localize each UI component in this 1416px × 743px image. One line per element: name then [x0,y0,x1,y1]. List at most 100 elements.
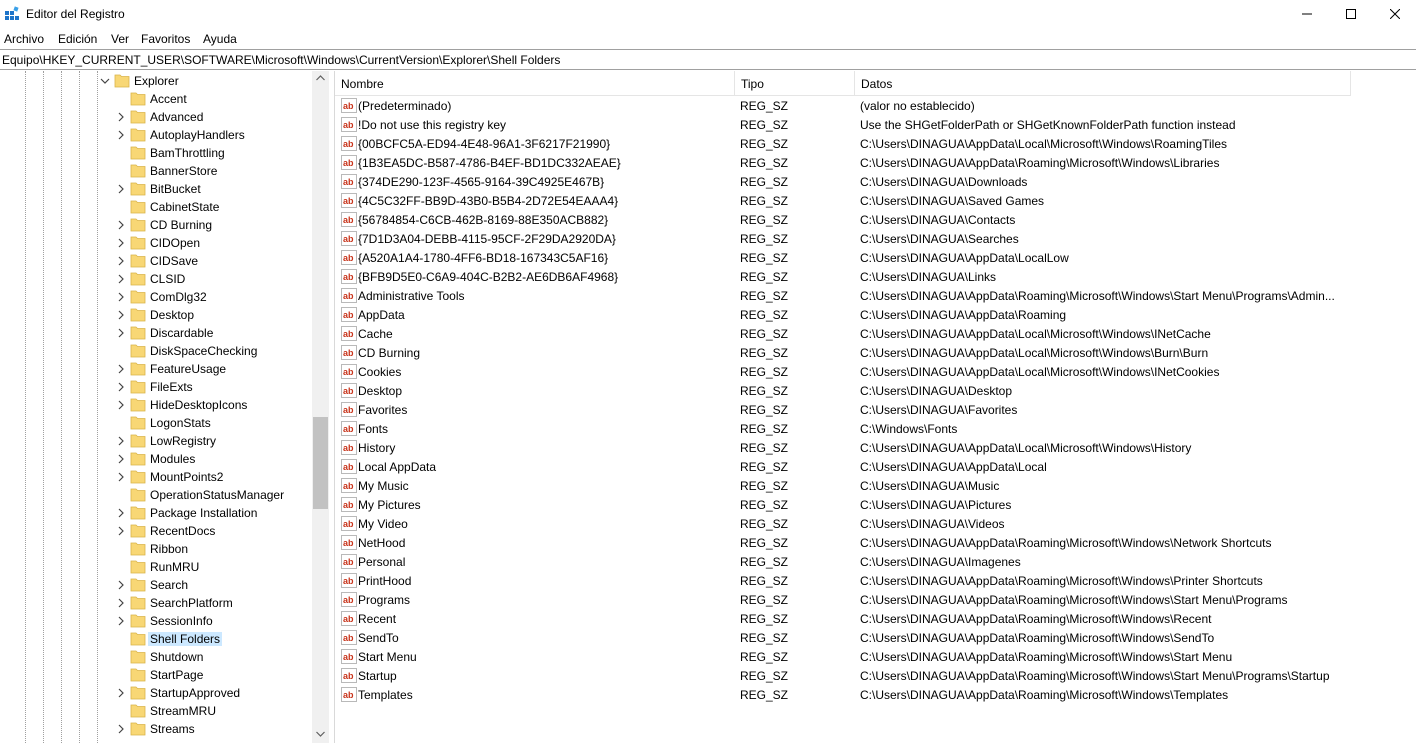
tree-item[interactable]: BamThrottling [0,144,312,162]
chevron-right-icon[interactable] [116,688,126,698]
tree-item[interactable]: CabinetState [0,198,312,216]
tree-item-explorer[interactable]: Explorer [0,72,312,90]
menu-favoritos[interactable]: Favoritos [141,32,190,46]
chevron-right-icon[interactable] [116,580,126,590]
value-row[interactable]: ab CD Burning REG_SZ C:\Users\DINAGUA\AppDa… [335,343,1416,362]
tree-item[interactable]: HideDesktopIcons [0,396,312,414]
scrollbar-thumb[interactable] [313,417,328,509]
tree-item[interactable]: SessionInfo [0,612,312,630]
tree-item[interactable]: Ribbon [0,540,312,558]
tree-item[interactable]: Modules [0,450,312,468]
tree-item[interactable]: BitBucket [0,180,312,198]
value-row[interactable]: ab {374DE290-123F-4565-9164-39C4925E467B}… [335,172,1416,191]
menu-archivo[interactable]: Archivo [4,32,44,46]
value-row[interactable]: ab My Video REG_SZ C:\Users\DINAGUA\Videos [335,514,1416,533]
tree-item[interactable]: ComDlg32 [0,288,312,306]
tree-item[interactable]: CIDSave [0,252,312,270]
value-row[interactable]: ab Desktop REG_SZ C:\Users\DINAGUA\Desktop [335,381,1416,400]
tree-item[interactable]: SearchPlatform [0,594,312,612]
value-row[interactable]: ab {1B3EA5DC-B587-4786-B4EF-BD1DC332AEAE}… [335,153,1416,172]
tree-item[interactable]: Shutdown [0,648,312,666]
value-row[interactable]: ab {56784854-C6CB-462B-8169-88E350ACB882}… [335,210,1416,229]
tree-item[interactable]: LogonStats [0,414,312,432]
value-row[interactable]: ab Startup REG_SZ C:\Users\DINAGUA\AppData\… [335,666,1416,685]
menu-edicion[interactable]: Edición [58,32,97,46]
value-row[interactable]: ab Recent REG_SZ C:\Users\DINAGUA\AppData\R… [335,609,1416,628]
minimize-button[interactable] [1284,0,1330,28]
tree-item[interactable]: FeatureUsage [0,360,312,378]
tree-item[interactable]: BannerStore [0,162,312,180]
chevron-right-icon[interactable] [116,328,126,338]
chevron-right-icon[interactable] [116,292,126,302]
tree-item[interactable]: Shell Folders [0,630,312,648]
chevron-right-icon[interactable] [116,112,126,122]
value-row[interactable]: ab Administrative Tools REG_SZ C:\Users\DIN… [335,286,1416,305]
tree-item[interactable]: Discardable [0,324,312,342]
tree-item[interactable]: Advanced [0,108,312,126]
chevron-right-icon[interactable] [116,400,126,410]
value-row[interactable]: ab PrintHood REG_SZ C:\Users\DINAGUA\AppDat… [335,571,1416,590]
value-row[interactable]: ab AppData REG_SZ C:\Users\DINAGUA\AppData\… [335,305,1416,324]
chevron-right-icon[interactable] [116,310,126,320]
tree-item[interactable]: DiskSpaceChecking [0,342,312,360]
scroll-up-icon[interactable] [316,75,325,81]
value-row[interactable]: ab Programs REG_SZ C:\Users\DINAGUA\AppData… [335,590,1416,609]
tree-scrollbar[interactable] [312,71,329,743]
column-header-tipo[interactable]: Tipo [735,71,855,96]
tree-item[interactable]: OperationStatusManager [0,486,312,504]
tree-item[interactable]: RecentDocs [0,522,312,540]
value-row[interactable]: ab Favorites REG_SZ C:\Users\DINAGUA\Favori… [335,400,1416,419]
address-bar[interactable]: Equipo\HKEY_CURRENT_USER\SOFTWARE\Micros… [0,49,1416,70]
tree-item[interactable]: CD Burning [0,216,312,234]
tree-item[interactable]: StartPage [0,666,312,684]
column-header-datos[interactable]: Datos [855,71,1351,96]
value-row[interactable]: ab My Music REG_SZ C:\Users\DINAGUA\Music [335,476,1416,495]
value-row[interactable]: ab (Predeterminado) REG_SZ (valor no establ… [335,96,1416,115]
value-row[interactable]: ab SendTo REG_SZ C:\Users\DINAGUA\AppData\R… [335,628,1416,647]
chevron-right-icon[interactable] [116,436,126,446]
tree-item[interactable]: Search [0,576,312,594]
address-path[interactable]: Equipo\HKEY_CURRENT_USER\SOFTWARE\Micros… [2,53,560,67]
tree-item[interactable]: RunMRU [0,558,312,576]
chevron-down-icon[interactable] [100,76,110,86]
value-row[interactable]: ab Templates REG_SZ C:\Users\DINAGUA\AppDat… [335,685,1416,704]
tree-item[interactable]: MountPoints2 [0,468,312,486]
tree-item[interactable]: LowRegistry [0,432,312,450]
tree-item[interactable]: CIDOpen [0,234,312,252]
value-row[interactable]: ab {A520A1A4-1780-4FF6-BD18-167343C5AF16}… [335,248,1416,267]
chevron-right-icon[interactable] [116,364,126,374]
chevron-right-icon[interactable] [116,526,126,536]
chevron-right-icon[interactable] [116,184,126,194]
tree-item[interactable]: StartupApproved [0,684,312,702]
tree-item[interactable]: StreamMRU [0,702,312,720]
value-row[interactable]: ab !Do not use this registry key REG_SZ Use… [335,115,1416,134]
tree-item[interactable]: Streams [0,720,312,738]
chevron-right-icon[interactable] [116,472,126,482]
chevron-right-icon[interactable] [116,382,126,392]
tree-item[interactable]: CLSID [0,270,312,288]
chevron-right-icon[interactable] [116,724,126,734]
value-row[interactable]: ab History REG_SZ C:\Users\DINAGUA\AppData\… [335,438,1416,457]
tree-item[interactable]: FileExts [0,378,312,396]
value-row[interactable]: ab My Pictures REG_SZ C:\Users\DINAGUA\Pict… [335,495,1416,514]
chevron-right-icon[interactable] [116,508,126,518]
chevron-right-icon[interactable] [116,130,126,140]
tree-item[interactable]: Accent [0,90,312,108]
value-row[interactable]: ab NetHood REG_SZ C:\Users\DINAGUA\AppData\… [335,533,1416,552]
menu-ayuda[interactable]: Ayuda [203,32,237,46]
chevron-right-icon[interactable] [116,220,126,230]
value-row[interactable]: ab {7D1D3A04-DEBB-4115-95CF-2F29DA2920DA}… [335,229,1416,248]
menu-ver[interactable]: Ver [111,32,129,46]
value-row[interactable]: ab Cookies REG_SZ C:\Users\DINAGUA\AppData\… [335,362,1416,381]
chevron-right-icon[interactable] [116,238,126,248]
scroll-down-icon[interactable] [316,731,325,737]
value-row[interactable]: ab Fonts REG_SZ C:\Windows\Fonts [335,419,1416,438]
close-button[interactable] [1372,0,1416,28]
chevron-right-icon[interactable] [116,616,126,626]
value-row[interactable]: ab Local AppData REG_SZ C:\Users\DINAGUA\Ap… [335,457,1416,476]
value-row[interactable]: ab {00BCFC5A-ED94-4E48-96A1-3F6217F21990}… [335,134,1416,153]
value-row[interactable]: ab Start Menu REG_SZ C:\Users\DINAGUA\AppDa… [335,647,1416,666]
chevron-right-icon[interactable] [116,274,126,284]
value-row[interactable]: ab Cache REG_SZ C:\Users\DINAGUA\AppData\Lo… [335,324,1416,343]
maximize-button[interactable] [1328,0,1374,28]
